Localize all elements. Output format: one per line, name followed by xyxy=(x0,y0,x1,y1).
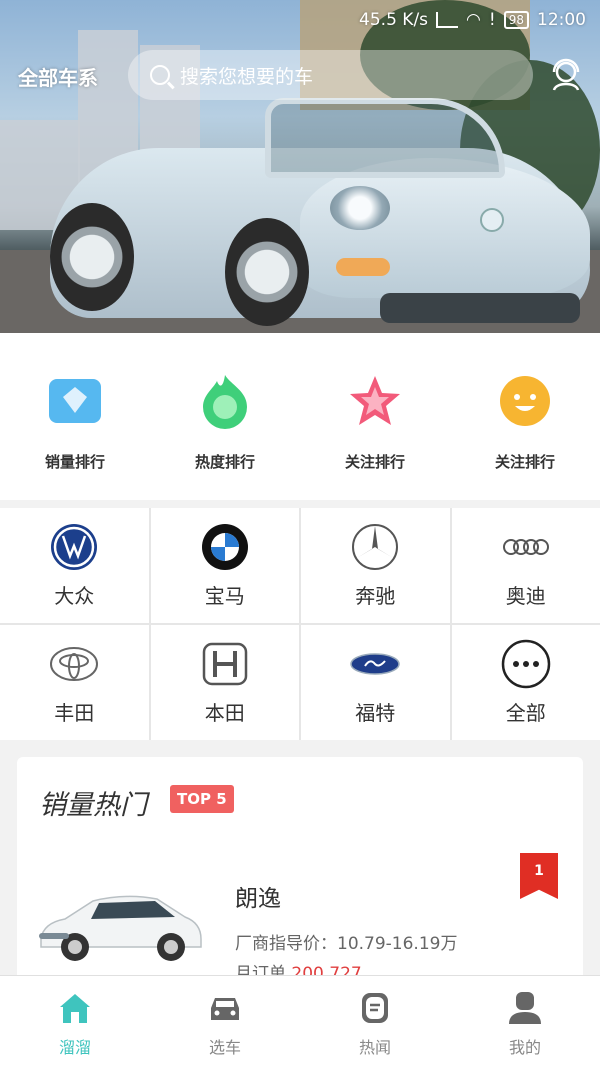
tab-choose-car[interactable]: 选车 xyxy=(150,976,300,1066)
brand-name: 大众 xyxy=(54,584,95,608)
rank-flag: 1 xyxy=(520,853,558,899)
bmw-logo-icon xyxy=(201,524,248,570)
rank-follow[interactable]: 关注排行 xyxy=(300,333,450,500)
clock: 12:00 xyxy=(537,10,586,30)
tab-label: 选车 xyxy=(208,1038,241,1057)
brand-toyota[interactable]: 丰田 xyxy=(0,625,149,740)
diamond-icon xyxy=(49,379,101,423)
hot-sales-title: 销量热门 xyxy=(39,790,147,821)
car-icon xyxy=(211,998,239,1020)
brand-name: 本田 xyxy=(204,701,245,725)
smiley-icon xyxy=(500,376,550,426)
rank-sales[interactable]: 销量排行 xyxy=(0,333,150,500)
more-icon xyxy=(501,639,550,689)
customer-service-icon[interactable] xyxy=(548,56,584,92)
tab-home[interactable]: 溜溜 xyxy=(0,976,150,1066)
brand-name: 宝马 xyxy=(204,584,245,608)
tab-news[interactable]: 热闻 xyxy=(300,976,450,1066)
mercedes-logo-icon xyxy=(352,524,399,570)
news-icon xyxy=(362,993,388,1023)
ford-logo-icon xyxy=(350,653,400,675)
honda-logo-icon xyxy=(202,642,247,686)
star-icon xyxy=(350,376,400,425)
brand-name: 丰田 xyxy=(54,701,95,725)
volkswagen-logo-icon xyxy=(51,524,98,570)
rank-label: 销量排行 xyxy=(44,453,105,471)
tab-label: 热闻 xyxy=(358,1038,391,1057)
status-bar: 45.5 K/s ◠ ! 98 12:00 xyxy=(359,0,600,40)
brand-grid: 大众 宝马 奔驰 奥迪 丰田 本田 福特 全部 xyxy=(0,508,600,740)
brand-volkswagen[interactable]: 大众 xyxy=(0,508,149,623)
guide-price: 厂商指导价：10.79-16.19万 xyxy=(235,929,457,954)
hot-sales-card[interactable]: 销量热门 TOP 5 1 朗逸 厂商指导价：10.79-16.19万 月订单 2… xyxy=(17,757,583,987)
rank-label: 关注排行 xyxy=(494,453,555,471)
flame-icon xyxy=(203,375,247,429)
all-series-button[interactable]: 全部车系 xyxy=(18,62,98,91)
audi-logo-icon xyxy=(502,539,549,555)
network-speed: 45.5 K/s xyxy=(359,10,429,30)
brand-name: 奔驰 xyxy=(355,584,396,608)
tab-label: 溜溜 xyxy=(58,1038,91,1057)
signal-icon xyxy=(436,12,459,28)
top5-badge: TOP 5 xyxy=(170,785,234,813)
profile-icon xyxy=(509,992,541,1024)
tab-label: 我的 xyxy=(508,1038,541,1057)
brand-mercedes[interactable]: 奔驰 xyxy=(301,508,450,623)
guide-price-value: 10.79-16.19万 xyxy=(337,934,458,954)
car-thumbnail xyxy=(39,895,202,961)
alert-icon: ! xyxy=(488,10,496,30)
brand-name: 全部 xyxy=(505,701,546,725)
battery-icon: 98 xyxy=(503,11,529,29)
home-screen: 45.5 K/s ◠ ! 98 12:00 全部车系 搜索您想要的车 销量排行 xyxy=(0,0,600,1066)
rank-label: 热度排行 xyxy=(194,453,255,471)
rank-label: 关注排行 xyxy=(344,453,405,471)
home-icon xyxy=(60,994,90,1023)
rank-follow-2[interactable]: 关注排行 xyxy=(450,333,600,500)
toyota-logo-icon xyxy=(50,647,99,681)
brand-honda[interactable]: 本田 xyxy=(150,625,299,740)
brand-ford[interactable]: 福特 xyxy=(301,625,450,740)
brand-name: 奥迪 xyxy=(505,584,546,608)
rank-heat[interactable]: 热度排行 xyxy=(150,333,300,500)
wifi-icon: ◠ xyxy=(466,10,481,30)
tab-profile[interactable]: 我的 xyxy=(450,976,600,1066)
brand-name: 福特 xyxy=(355,701,396,725)
search-input[interactable]: 搜索您想要的车 xyxy=(128,50,533,100)
brand-audi[interactable]: 奥迪 xyxy=(451,508,600,623)
rankings-panel: 销量排行 热度排行 关注排行 关注排行 xyxy=(0,333,600,500)
search-placeholder: 搜索您想要的车 xyxy=(180,65,314,88)
bottom-tab-bar: 溜溜 选车 热闻 我的 xyxy=(0,975,600,1066)
banner-car-image xyxy=(50,88,595,328)
brand-all[interactable]: 全部 xyxy=(451,625,600,740)
brand-bmw[interactable]: 宝马 xyxy=(150,508,299,623)
guide-price-label: 厂商指导价： xyxy=(235,934,337,954)
search-icon xyxy=(150,65,170,85)
car-name: 朗逸 xyxy=(235,886,281,912)
